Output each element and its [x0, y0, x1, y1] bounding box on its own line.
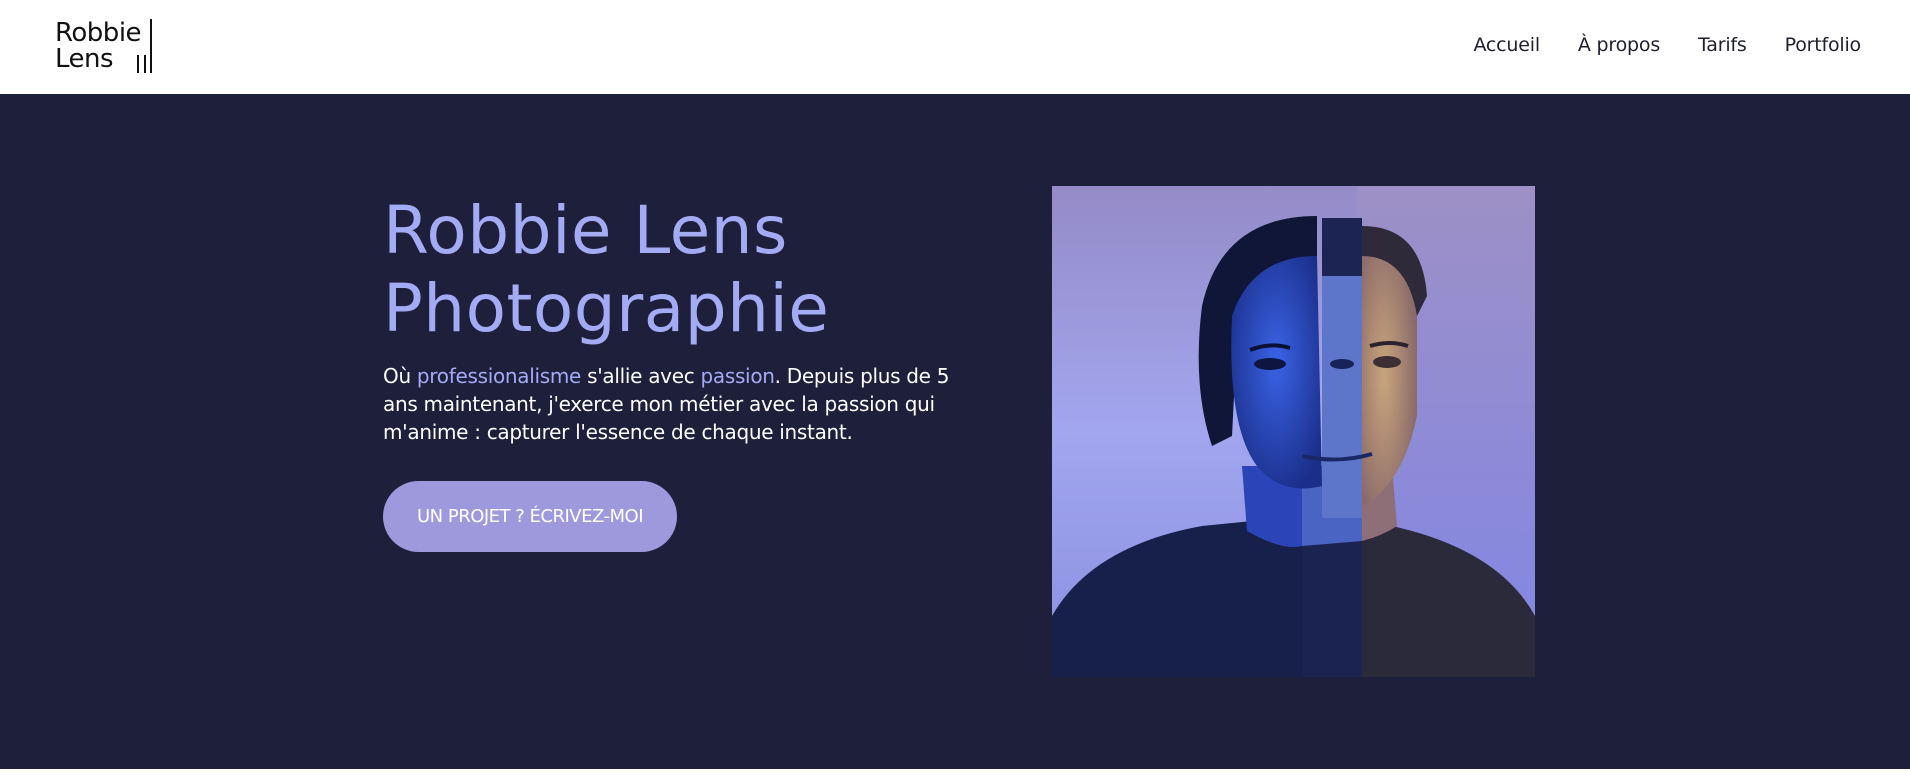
hero-text-part2: s'allie avec — [581, 364, 701, 388]
hero-title-line1: Robbie Lens — [383, 192, 788, 269]
logo-text-line1: Robbie — [55, 18, 142, 48]
logo-text-line2: Lens — [55, 44, 114, 74]
hero-text-accent-passion: passion — [700, 364, 775, 388]
hero-title-line2: Photographie — [383, 270, 830, 347]
hero-bottom-border — [0, 769, 1910, 777]
nav-link-tarifs[interactable]: Tarifs — [1698, 34, 1747, 56]
hero-text-part1: Où — [383, 364, 417, 388]
site-header: Robbie Lens Accueil À propos Tarifs Port… — [0, 0, 1910, 94]
hero-text-accent-professionalisme: professionalisme — [416, 364, 582, 388]
nav-link-accueil[interactable]: Accueil — [1473, 34, 1540, 56]
hero-title: Robbie Lens Photographie — [383, 192, 983, 348]
logo-bars-icon — [127, 49, 155, 73]
hero-description: Où professionalisme s'allie avec passion… — [383, 362, 973, 446]
portrait-image — [1052, 186, 1535, 677]
site-logo[interactable]: Robbie Lens — [55, 17, 155, 77]
nav-link-portfolio[interactable]: Portfolio — [1785, 34, 1862, 56]
hero-section: Robbie Lens Photographie Où professional… — [0, 94, 1910, 769]
contact-cta-button[interactable]: UN PROJET ? ÉCRIVEZ-MOI — [383, 481, 677, 552]
nav-link-a-propos[interactable]: À propos — [1578, 34, 1660, 56]
main-nav: Accueil À propos Tarifs Portfolio — [1473, 30, 1861, 60]
